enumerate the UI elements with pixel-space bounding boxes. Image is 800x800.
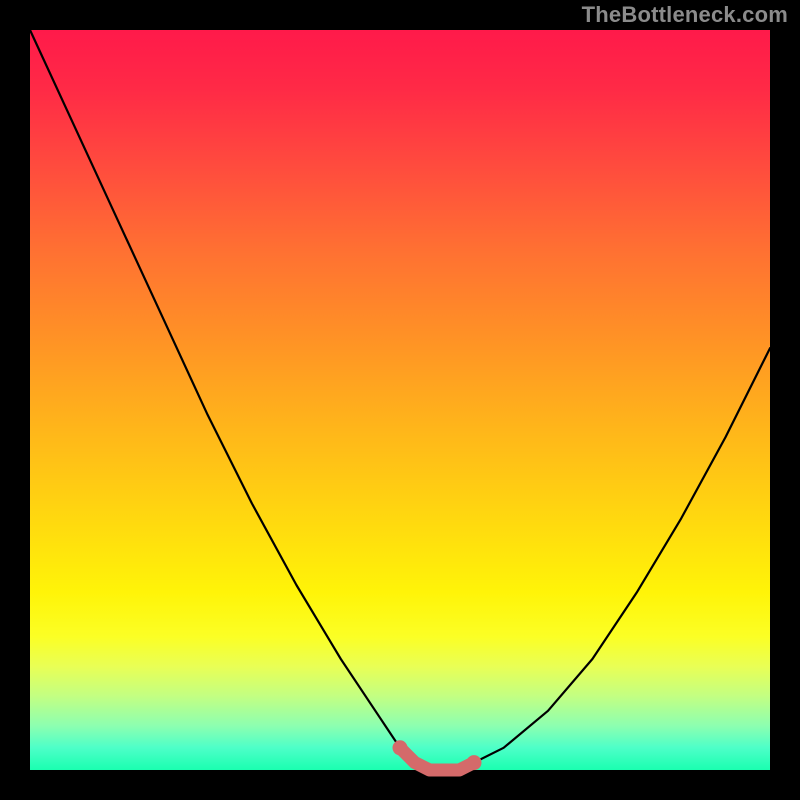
watermark-text: TheBottleneck.com (582, 2, 788, 28)
curve-svg (30, 30, 770, 770)
valley-indicator (393, 740, 482, 770)
chart-frame: TheBottleneck.com (0, 0, 800, 800)
plot-area (30, 30, 770, 770)
bottleneck-curve (30, 30, 770, 770)
